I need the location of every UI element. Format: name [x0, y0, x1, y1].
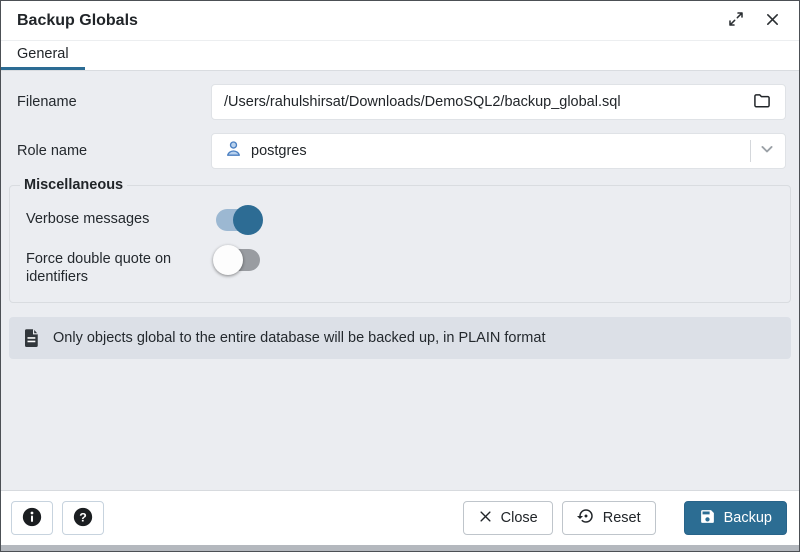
select-separator	[750, 140, 751, 162]
browse-file-button[interactable]	[747, 87, 777, 117]
dialog-tabbar: General	[1, 41, 799, 71]
document-icon	[23, 328, 40, 348]
backup-button-label: Backup	[724, 510, 772, 526]
verbose-messages-toggle[interactable]	[214, 205, 262, 235]
close-button[interactable]: Close	[463, 501, 553, 535]
force-double-quote-row: Force double quote on identifiers	[26, 245, 782, 286]
dialog-bottom-shadow	[1, 545, 799, 551]
toggle-knob	[233, 205, 263, 235]
close-dialog-button[interactable]	[759, 8, 785, 34]
backup-button[interactable]: Backup	[684, 501, 787, 535]
info-note: Only objects global to the entire databa…	[9, 317, 791, 359]
object-info-button[interactable]	[11, 501, 53, 535]
dialog-titlebar: Backup Globals	[1, 1, 799, 41]
close-x-icon	[478, 509, 493, 528]
reset-button[interactable]: Reset	[562, 501, 656, 535]
filename-input[interactable]	[214, 94, 747, 110]
user-icon	[224, 139, 243, 163]
close-icon	[765, 12, 780, 30]
folder-icon	[752, 91, 772, 114]
reset-button-label: Reset	[603, 510, 641, 526]
reset-icon	[577, 507, 595, 529]
verbose-messages-row: Verbose messages	[26, 205, 782, 235]
chevron-down-icon[interactable]	[757, 139, 777, 164]
tab-general[interactable]: General	[1, 41, 85, 70]
verbose-messages-label: Verbose messages	[26, 205, 214, 228]
help-button[interactable]: ?	[62, 501, 104, 535]
info-note-text: Only objects global to the entire databa…	[53, 330, 545, 346]
backup-save-icon	[699, 508, 716, 529]
help-icon: ?	[72, 506, 94, 531]
dialog-title: Backup Globals	[17, 12, 713, 30]
role-row: Role name postgres	[17, 133, 786, 169]
toggle-knob	[213, 245, 243, 275]
force-double-quote-toggle[interactable]	[214, 245, 262, 275]
miscellaneous-fieldset: Miscellaneous Verbose messages Force dou…	[9, 177, 791, 303]
role-select-value: postgres	[251, 143, 750, 159]
miscellaneous-legend: Miscellaneous	[20, 177, 127, 193]
info-icon	[21, 506, 43, 531]
role-select[interactable]: postgres	[211, 133, 786, 169]
force-double-quote-label: Force double quote on identifiers	[26, 245, 214, 286]
close-button-label: Close	[501, 510, 538, 526]
svg-text:?: ?	[79, 510, 87, 524]
expand-dialog-button[interactable]	[723, 8, 749, 34]
filename-label: Filename	[17, 94, 211, 110]
footer-action-buttons: Close Reset Backup	[454, 501, 787, 535]
filename-row: Filename	[17, 84, 786, 120]
dialog-footer: ? Close Reset	[1, 490, 799, 545]
filename-field-wrapper	[211, 84, 786, 120]
expand-icon	[728, 11, 744, 30]
dialog-content: Filename Role name	[1, 71, 799, 490]
backup-globals-dialog: Backup Globals General Filename	[0, 0, 800, 552]
role-label: Role name	[17, 143, 211, 159]
tab-general-label: General	[17, 46, 69, 62]
